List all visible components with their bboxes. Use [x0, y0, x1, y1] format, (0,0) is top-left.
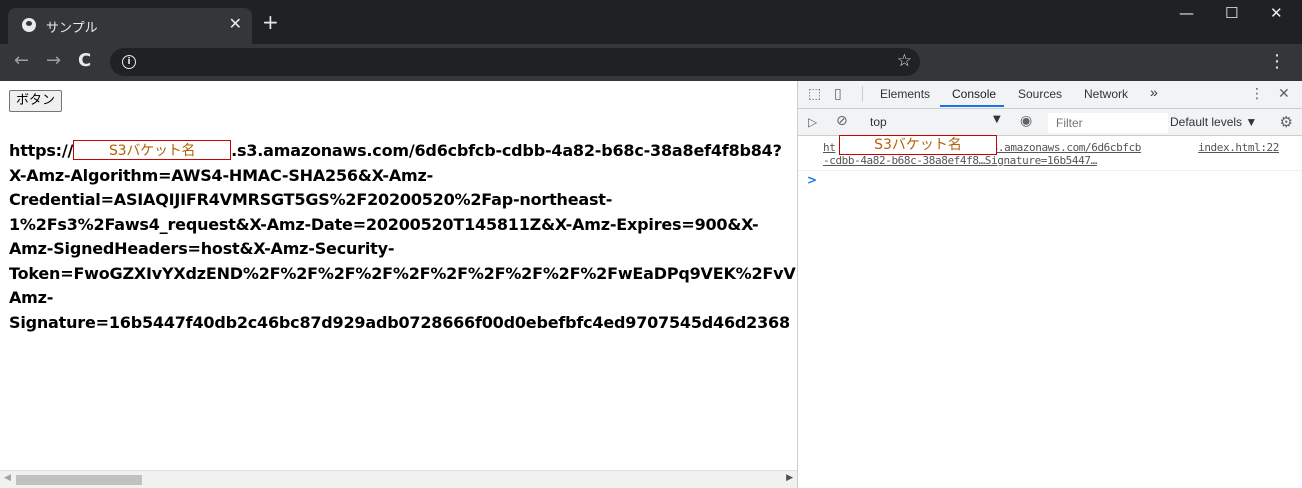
device-toolbar-icon[interactable]: ▯: [834, 87, 842, 101]
tab-title: サンプル: [46, 21, 98, 36]
browser-toolbar: ← → C i ☆ ⋮: [0, 44, 1302, 81]
inspect-element-icon[interactable]: ⬚: [808, 87, 821, 101]
redaction-box: S3バケット名: [73, 140, 232, 160]
scroll-left-icon[interactable]: ◀: [4, 473, 11, 483]
address-bar[interactable]: i ☆: [110, 48, 920, 76]
url-line: 1%2Fs3%2Faws4_request&X-Amz-Date=2020052…: [9, 214, 759, 234]
eye-icon[interactable]: ◉: [1020, 114, 1032, 128]
scrollbar-thumb[interactable]: [16, 475, 142, 485]
url-line: Amz-SignedHeaders=host&X-Amz-Security-: [9, 239, 395, 258]
scroll-right-icon[interactable]: ▶: [786, 473, 793, 483]
tab-elements[interactable]: Elements: [880, 87, 930, 101]
signed-url-text: https://S3バケット名 .s3.amazonaws.com/6d6cbfc…: [9, 139, 797, 335]
title-bar: サンプル ✕ + — ☐ ✕: [0, 0, 1302, 44]
gear-icon[interactable]: ⚙: [1280, 113, 1293, 131]
close-window-button[interactable]: ✕: [1270, 4, 1283, 22]
close-devtools-icon[interactable]: ✕: [1278, 87, 1290, 101]
page-viewport: ボタン https://S3バケット名 .s3.amazonaws.com/6d6…: [0, 81, 797, 488]
clear-console-icon[interactable]: ⊘: [836, 114, 848, 128]
forward-button[interactable]: →: [46, 52, 61, 70]
devtools-tabbar: ⬚ ▯ Elements Console Sources Network » ⋮…: [798, 81, 1302, 109]
url-line-1: .s3.amazonaws.com/6d6cbfcb-cdbb-4a82-b68…: [231, 141, 782, 160]
url-line: Credential=ASIAQIJIFR4VMRSGT5GS%2F202005…: [9, 190, 613, 209]
more-tabs-icon[interactable]: »: [1150, 84, 1158, 100]
back-button[interactable]: ←: [14, 52, 29, 70]
divider: [862, 86, 863, 102]
log-source-link[interactable]: index.html:22: [1198, 141, 1279, 154]
info-icon[interactable]: i: [122, 55, 136, 69]
maximize-button[interactable]: ☐: [1225, 4, 1238, 22]
bookmark-star-icon[interactable]: ☆: [897, 51, 912, 71]
horizontal-scrollbar[interactable]: ◀ ▶: [0, 470, 797, 488]
log-message-line2[interactable]: -cdbb-4a82-b68c-38a8ef4f8…Signature=16b5…: [823, 154, 1097, 167]
console-toolbar: ▷ ⊘ top ▼ ◉ Default levels ▼ ⚙: [798, 109, 1302, 136]
redaction-box: S3バケット名: [839, 135, 997, 155]
tab-network[interactable]: Network: [1084, 87, 1128, 101]
log-url-prefix: ht: [823, 141, 836, 154]
url-line: X-Amz-Algorithm=AWS4-HMAC-SHA256&X-Amz-: [9, 165, 434, 185]
minimize-button[interactable]: —: [1179, 4, 1194, 22]
browser-tab[interactable]: サンプル ✕: [8, 8, 252, 44]
console-prompt[interactable]: >: [807, 173, 817, 187]
devtools-panel: ⬚ ▯ Elements Console Sources Network » ⋮…: [797, 81, 1302, 488]
globe-icon: [22, 18, 36, 32]
tab-console[interactable]: Console: [952, 87, 996, 101]
reload-button[interactable]: C: [78, 52, 91, 70]
url-line: Amz-: [9, 288, 54, 307]
chevron-down-icon[interactable]: ▼: [993, 114, 1001, 125]
browser-menu-icon[interactable]: ⋮: [1268, 51, 1286, 72]
devtools-menu-icon[interactable]: ⋮: [1250, 87, 1264, 101]
url-line: Token=FwoGZXIvYXdzEND%2F%2F%2F%2F%2F%2F%…: [9, 263, 796, 283]
log-levels-dropdown[interactable]: Default levels ▼: [1170, 115, 1257, 129]
log-url-rest: s3.amazonaws.com/6d6cbfcb: [985, 141, 1142, 154]
new-tab-button[interactable]: +: [262, 12, 279, 32]
close-tab-icon[interactable]: ✕: [229, 14, 242, 33]
tab-sources[interactable]: Sources: [1018, 87, 1062, 101]
context-select[interactable]: top: [870, 115, 887, 129]
filter-input[interactable]: [1048, 113, 1168, 133]
url-prefix: https://: [9, 141, 74, 160]
page-button[interactable]: ボタン: [9, 90, 63, 112]
sidebar-toggle-icon[interactable]: ▷: [808, 115, 817, 129]
active-tab-indicator: [940, 105, 1004, 107]
url-line: Signature=16b5447f40db2c46bc87d929adb072…: [9, 312, 790, 332]
